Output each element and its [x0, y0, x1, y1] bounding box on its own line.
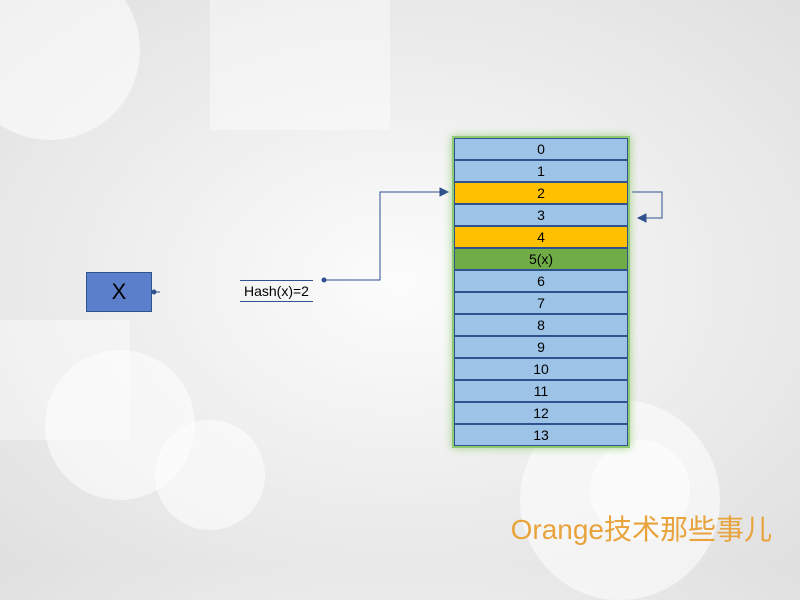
table-cell: 0	[454, 138, 628, 160]
arrow-hash-to-slot	[320, 186, 460, 296]
table-cell: 10	[454, 358, 628, 380]
table-cell: 12	[454, 402, 628, 424]
table-cell: 9	[454, 336, 628, 358]
table-cell: 3	[454, 204, 628, 226]
table-cell: 7	[454, 292, 628, 314]
input-key-label: X	[112, 279, 127, 305]
hash-table: 0 1 2 3 4 5(x) 6 7 8 9 10 11 12 13	[452, 136, 630, 448]
table-cell: 13	[454, 424, 628, 446]
input-key-box: X	[86, 272, 152, 312]
table-cell: 6	[454, 270, 628, 292]
table-cell: 1	[454, 160, 628, 182]
hash-function-label: Hash(x)=2	[240, 280, 313, 302]
arrow-probe-loop	[628, 188, 670, 228]
table-cell: 2	[454, 182, 628, 204]
watermark-text: Orange技术那些事儿	[511, 508, 772, 548]
table-cell: 11	[454, 380, 628, 402]
table-cell: 5(x)	[454, 248, 628, 270]
table-cell: 8	[454, 314, 628, 336]
table-cell: 4	[454, 226, 628, 248]
